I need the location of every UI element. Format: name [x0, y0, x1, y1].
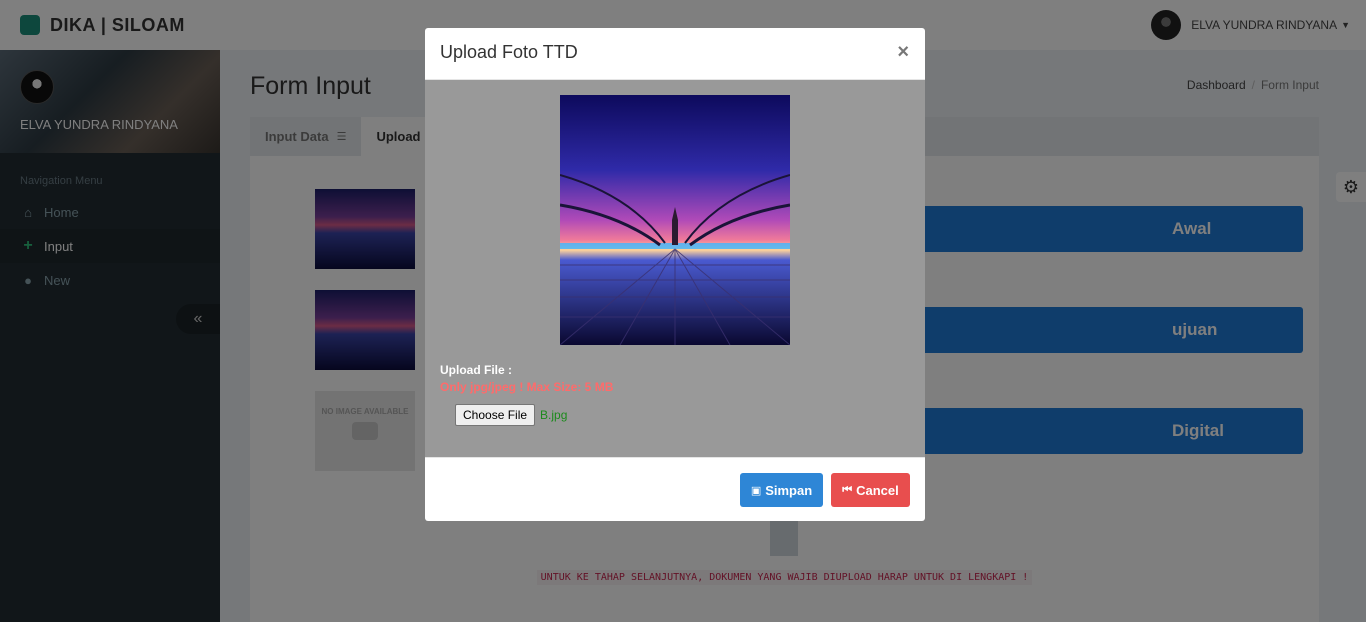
cancel-button[interactable]: ⏮ Cancel — [831, 473, 910, 507]
floppy-disk-icon: ▣ — [750, 484, 762, 497]
close-button[interactable]: × — [897, 42, 909, 62]
image-preview — [560, 95, 790, 345]
save-label: Simpan — [765, 482, 813, 498]
step-backward-icon: ⏮ — [842, 483, 853, 496]
modal-footer: ▣ Simpan ⏮ Cancel — [425, 457, 925, 521]
cancel-label: Cancel — [856, 482, 899, 498]
selected-file-name: B.jpg — [540, 408, 568, 422]
upload-hint: Only jpg/jpeg ! Max Size: 5 MB — [440, 380, 614, 394]
upload-modal: Upload Foto TTD × Upload File: Only jpg… — [425, 28, 925, 521]
modal-title: Upload Foto TTD — [440, 42, 578, 62]
modal-header: Upload Foto TTD × — [425, 28, 925, 80]
upload-file-label: Upload File : — [440, 363, 512, 377]
file-input[interactable]: Choose File B.jpg — [455, 404, 567, 426]
save-button[interactable]: ▣ Simpan — [740, 473, 823, 507]
choose-file-button[interactable]: Choose File — [455, 404, 536, 426]
modal-body: Upload File : Only jpg/jpeg ! Max Size: … — [425, 80, 925, 457]
preview-image — [560, 95, 790, 345]
